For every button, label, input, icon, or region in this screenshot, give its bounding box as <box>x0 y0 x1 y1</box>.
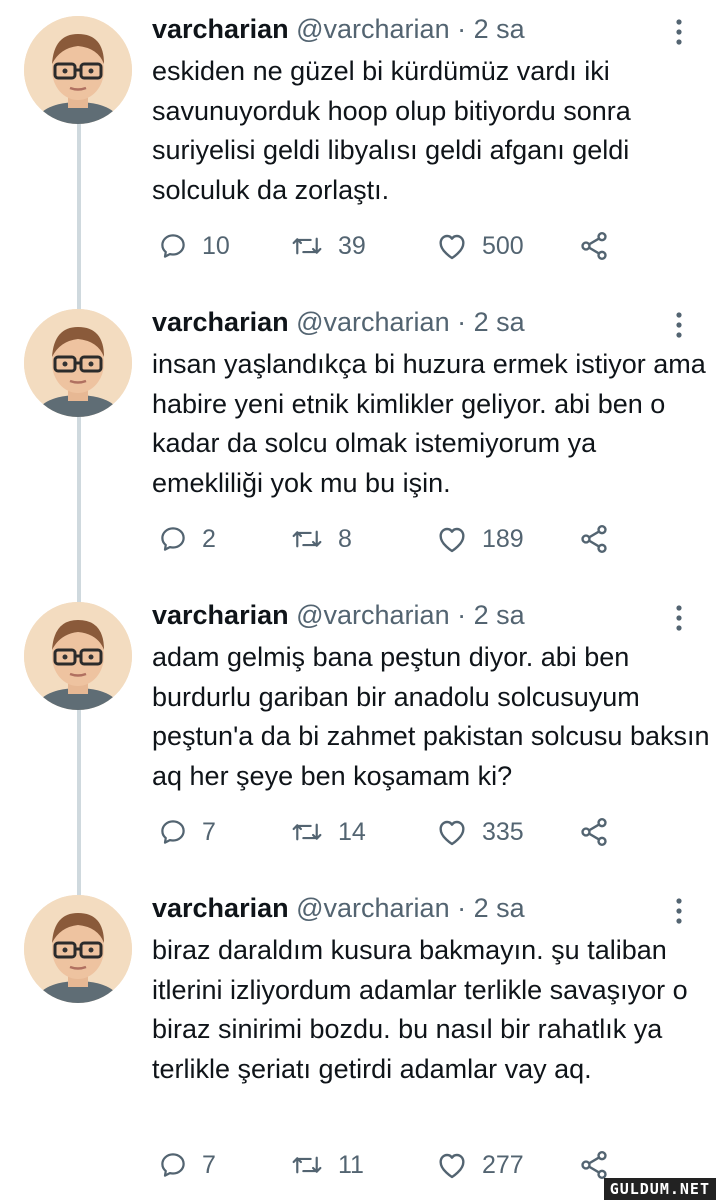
retweet-button[interactable]: 39 <box>290 226 366 266</box>
like-count: 277 <box>482 1150 524 1179</box>
tweet-actions: 7 14 335 <box>152 812 712 852</box>
like-button[interactable]: 277 <box>436 1145 524 1185</box>
tweet[interactable]: varcharian @varcharian · 2 sa biraz dara… <box>0 879 720 1200</box>
separator: · <box>457 14 467 44</box>
more-options-icon[interactable] <box>664 307 694 343</box>
reply-icon <box>161 1153 185 1177</box>
heart-icon <box>439 234 465 260</box>
heart-icon <box>439 527 465 553</box>
retweet-icon <box>292 823 322 841</box>
more-options-icon[interactable] <box>664 14 694 50</box>
reply-button[interactable]: 7 <box>158 1145 216 1185</box>
reply-button[interactable]: 7 <box>158 812 216 852</box>
display-name[interactable]: varcharian <box>152 14 289 44</box>
tweet-actions: 10 39 500 <box>152 226 712 266</box>
retweet-icon <box>292 237 322 255</box>
like-button[interactable]: 500 <box>436 226 524 266</box>
reply-count: 7 <box>202 1150 216 1179</box>
reply-icon <box>161 527 185 551</box>
heart-icon <box>439 1153 465 1179</box>
username[interactable]: @varcharian <box>296 600 449 630</box>
retweet-count: 11 <box>338 1150 364 1179</box>
avatar[interactable] <box>24 16 132 124</box>
retweet-count: 14 <box>338 817 366 846</box>
like-button[interactable]: 335 <box>436 812 524 852</box>
more-options-icon[interactable] <box>664 893 694 929</box>
avatar[interactable] <box>24 895 132 1003</box>
tweet-text: biraz daraldım kusura bakmayın. şu talib… <box>152 935 688 1084</box>
watermark: GULDUM.NET <box>603 1178 716 1200</box>
tweet-header: varcharian @varcharian · 2 sa <box>152 891 525 925</box>
heart-icon <box>439 820 465 846</box>
like-count: 189 <box>482 524 524 553</box>
separator: · <box>457 307 467 337</box>
like-count: 500 <box>482 231 524 260</box>
reply-count: 2 <box>202 524 216 553</box>
avatar[interactable] <box>24 309 132 417</box>
timestamp[interactable]: 2 sa <box>474 307 525 337</box>
avatar[interactable] <box>24 602 132 710</box>
retweet-icon <box>292 530 322 548</box>
share-icon <box>581 1151 607 1179</box>
like-button[interactable]: 189 <box>436 519 524 559</box>
tweet[interactable]: varcharian @varcharian · 2 sa insan yaşl… <box>0 293 720 586</box>
timestamp[interactable]: 2 sa <box>474 600 525 630</box>
separator: · <box>457 600 467 630</box>
separator: · <box>457 893 467 923</box>
reply-count: 10 <box>202 231 230 260</box>
reply-count: 7 <box>202 817 216 846</box>
reply-button[interactable]: 10 <box>158 226 230 266</box>
tweet-text: adam gelmiş bana peştun diyor. abi ben b… <box>152 642 710 791</box>
timestamp[interactable]: 2 sa <box>474 14 525 44</box>
share-button[interactable] <box>578 812 610 852</box>
tweet-text: insan yaşlandıkça bi huzura ermek istiyo… <box>152 349 706 498</box>
username[interactable]: @varcharian <box>296 307 449 337</box>
retweet-button[interactable]: 8 <box>290 519 352 559</box>
tweet[interactable]: varcharian @varcharian · 2 sa eskiden ne… <box>0 0 720 293</box>
retweet-button[interactable]: 11 <box>290 1145 364 1185</box>
share-icon <box>581 232 607 260</box>
reply-icon <box>161 234 185 258</box>
retweet-count: 8 <box>338 524 352 553</box>
username[interactable]: @varcharian <box>296 14 449 44</box>
like-count: 335 <box>482 817 524 846</box>
display-name[interactable]: varcharian <box>152 600 289 630</box>
share-icon <box>581 525 607 553</box>
tweet[interactable]: varcharian @varcharian · 2 sa adam gelmi… <box>0 586 720 879</box>
tweet-text: eskiden ne güzel bi kürdümüz vardı iki s… <box>152 56 631 205</box>
tweet-header: varcharian @varcharian · 2 sa <box>152 305 525 339</box>
username[interactable]: @varcharian <box>296 893 449 923</box>
retweet-button[interactable]: 14 <box>290 812 366 852</box>
share-button[interactable] <box>578 519 610 559</box>
tweet-header: varcharian @varcharian · 2 sa <box>152 12 525 46</box>
reply-button[interactable]: 2 <box>158 519 216 559</box>
retweet-icon <box>292 1156 322 1174</box>
more-options-icon[interactable] <box>664 600 694 636</box>
display-name[interactable]: varcharian <box>152 893 289 923</box>
display-name[interactable]: varcharian <box>152 307 289 337</box>
tweet-actions: 2 8 189 <box>152 519 712 559</box>
tweet-header: varcharian @varcharian · 2 sa <box>152 598 525 632</box>
share-icon <box>581 818 607 846</box>
timestamp[interactable]: 2 sa <box>474 893 525 923</box>
retweet-count: 39 <box>338 231 366 260</box>
share-button[interactable] <box>578 226 610 266</box>
reply-icon <box>161 820 185 844</box>
